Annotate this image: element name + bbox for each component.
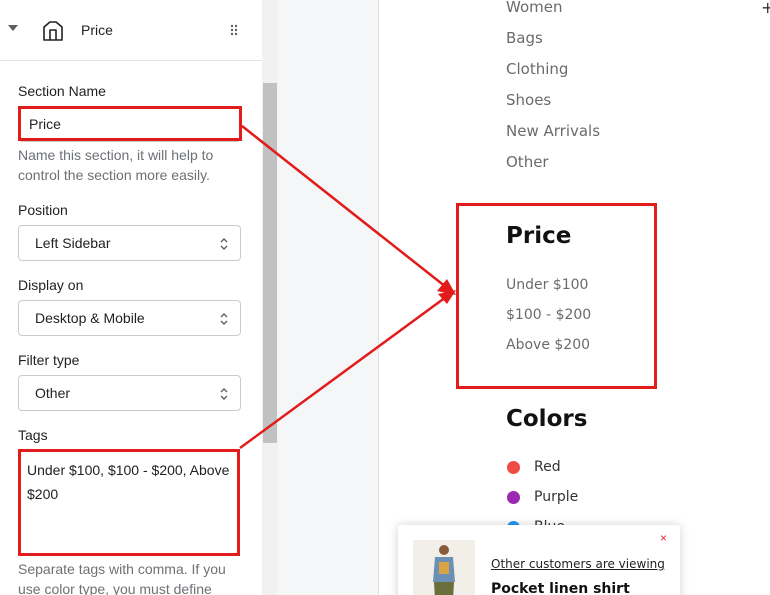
display-on-value: Desktop & Mobile (35, 310, 145, 326)
product-thumbnail[interactable] (413, 540, 475, 595)
filter-type-value: Other (35, 385, 71, 401)
product-photo-icon (413, 540, 475, 595)
recent-viewing-popup[interactable]: Other customers are viewing Pocket linen… (398, 525, 680, 595)
category-link[interactable]: Shoes (506, 91, 551, 109)
tags-label: Tags (18, 427, 48, 443)
collapse-caret-icon[interactable] (8, 25, 18, 31)
annotation-box-section-name (18, 106, 242, 141)
tags-help: Separate tags with comma. If you use col… (18, 561, 226, 595)
filter-type-label: Filter type (18, 352, 80, 368)
section-title: Price (81, 22, 113, 38)
colors-filter-title: Colors (506, 406, 588, 432)
position-value: Left Sidebar (35, 235, 111, 251)
display-on-label: Display on (18, 277, 84, 293)
section-name-label: Section Name (18, 83, 106, 99)
editor-canvas-gutter (278, 0, 379, 595)
category-link[interactable]: Women (506, 0, 562, 16)
color-option[interactable]: Purple (534, 489, 578, 505)
select-arrows-icon (220, 388, 228, 400)
category-link[interactable]: Other (506, 153, 549, 171)
close-icon[interactable]: × (660, 531, 667, 545)
position-label: Position (18, 202, 68, 218)
color-swatch-red[interactable] (507, 461, 520, 474)
select-arrows-icon (220, 313, 228, 325)
category-link[interactable]: Clothing (506, 60, 568, 78)
category-link[interactable]: New Arrivals (506, 122, 600, 140)
expand-plus-icon[interactable]: + (761, 0, 770, 17)
annotation-box-price-preview (456, 203, 657, 389)
section-name-help: Name this section, it will help to contr… (18, 147, 214, 183)
drag-handle-icon[interactable] (230, 24, 238, 36)
filter-type-select[interactable]: Other (18, 375, 241, 411)
color-option[interactable]: Red (534, 459, 561, 475)
display-on-select[interactable]: Desktop & Mobile (18, 300, 241, 336)
section-header[interactable]: Price (0, 0, 262, 61)
category-link[interactable]: Bags (506, 29, 543, 47)
section-layout-icon (43, 21, 63, 41)
panel-scrollbar-thumb[interactable] (263, 83, 277, 443)
color-swatch-purple[interactable] (507, 491, 520, 504)
product-name[interactable]: Pocket linen shirt (491, 581, 630, 595)
position-select[interactable]: Left Sidebar (18, 225, 241, 261)
annotation-box-tags (18, 449, 240, 556)
select-arrows-icon (220, 238, 228, 250)
viewing-notice[interactable]: Other customers are viewing (491, 557, 665, 571)
